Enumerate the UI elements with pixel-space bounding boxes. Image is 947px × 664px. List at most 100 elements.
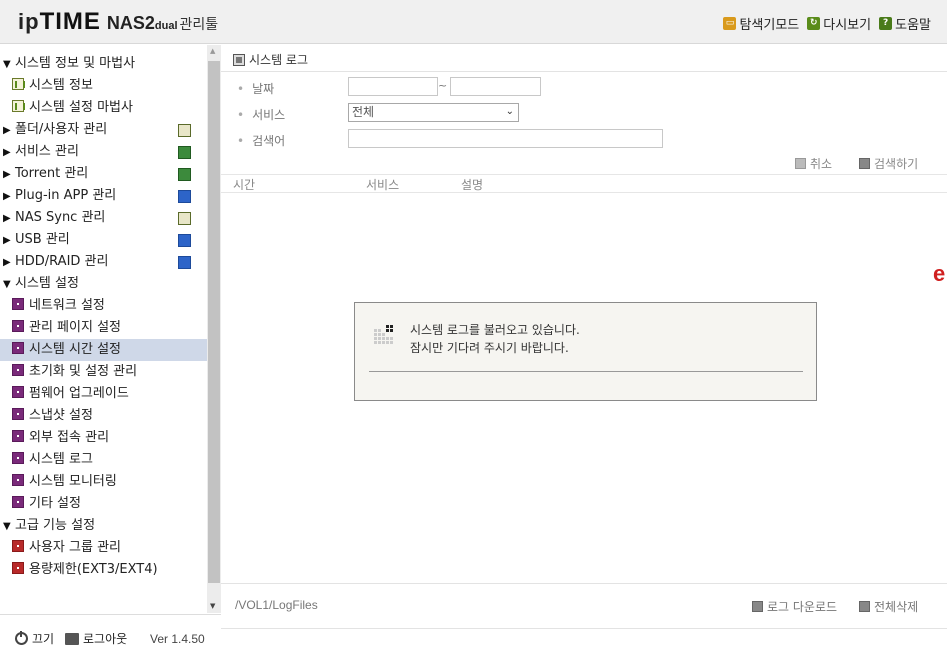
spinner-dot (374, 333, 377, 336)
sidebar-label: 시스템 정보 (29, 78, 93, 93)
sidebar-label: 서비스 관리 (15, 144, 79, 159)
column-header-service: 서비스 (366, 178, 400, 192)
logout-button[interactable]: 로그아웃 (65, 630, 127, 647)
date-label: • 날짜 (237, 80, 274, 97)
sidebar-footer: 끄기 로그아웃 Ver 1.4.50 (0, 614, 221, 664)
loading-message-line2: 잠시만 기다려 주시기 바랍니다. (410, 341, 569, 355)
spinner-dot (378, 341, 381, 344)
spinner-dot (386, 329, 389, 332)
spinner-dot (378, 333, 381, 336)
date-label-text: 날짜 (252, 82, 275, 96)
search-label: 검색하기 (874, 157, 919, 171)
sidebar-item-snapshot[interactable]: 스냅샷 설정 (0, 405, 207, 427)
help-icon: ? (879, 17, 893, 30)
settings-icon (12, 298, 24, 310)
sidebar-item-system-log[interactable]: 시스템 로그 (0, 449, 207, 471)
spinner-dot (378, 329, 381, 332)
sidebar-label: 시스템 모니터링 (29, 474, 117, 489)
spinner-dot (390, 337, 393, 340)
sidebar-group-usb[interactable]: ▶ USB 관리 (0, 229, 207, 251)
log-download-button[interactable]: 로그 다운로드 (752, 598, 837, 615)
spinner-dot (386, 337, 389, 340)
advanced-icon (12, 540, 24, 552)
loading-spinner-icon (374, 325, 394, 345)
date-from-input[interactable] (348, 77, 438, 96)
spinner-dot (374, 341, 377, 344)
sidebar-group-system-info[interactable]: ▼ 시스템 정보 및 마법사 (0, 53, 207, 75)
sidebar-label: 네트워크 설정 (29, 298, 105, 313)
sidebar-scrollbar[interactable]: ▲ ▼ (207, 45, 221, 613)
sidebar-item-user-group[interactable]: 사용자 그룹 관리 (0, 537, 207, 559)
service-select[interactable]: 전체 ⌄ (348, 103, 519, 122)
service-label: • 서비스 (237, 106, 285, 123)
sidebar-label: HDD/RAID 관리 (15, 254, 109, 269)
chart-icon (12, 78, 25, 90)
collapsed-triangle-icon: ▶ (3, 169, 11, 180)
sidebar-group-torrent[interactable]: ▶ Torrent 관리 (0, 163, 207, 185)
bullet-icon: • (237, 108, 245, 122)
spinner-dot (390, 341, 393, 344)
logo-ip: ip (18, 9, 40, 34)
delete-all-label: 전체삭제 (874, 600, 919, 614)
iptime-logo: ip TIME NAS2 dual 관리툴 (18, 8, 218, 36)
sidebar-item-system-info[interactable]: 시스템 정보 (0, 75, 207, 97)
logout-label: 로그아웃 (83, 632, 128, 646)
column-header-description: 설명 (461, 178, 484, 192)
sidebar-group-advanced[interactable]: ▼ 고급 기능 설정 (0, 515, 207, 537)
spinner-dot (382, 337, 385, 340)
collapsed-triangle-icon: ▶ (3, 147, 11, 158)
logo-dual: dual (154, 20, 178, 32)
columns-top-divider (221, 174, 947, 175)
collapsed-triangle-icon: ▶ (3, 125, 11, 136)
columns-bottom-divider (221, 192, 947, 193)
explorer-mode-link[interactable]: ▭ 탐색기모드 (723, 14, 799, 33)
settings-icon (12, 452, 24, 464)
sidebar-item-system-time[interactable]: 시스템 시간 설정 (0, 339, 207, 361)
sidebar-item-setup-wizard[interactable]: 시스템 설정 마법사 (0, 97, 207, 119)
sidebar-item-reset-config[interactable]: 초기화 및 설정 관리 (0, 361, 207, 383)
sidebar-group-system-settings[interactable]: ▼ 시스템 설정 (0, 273, 207, 295)
spinner-dot (382, 333, 385, 336)
top-header: ip TIME NAS2 dual 관리툴 ▭ 탐색기모드 ↻ 다시보기 ? 도움말 (0, 0, 947, 44)
settings-icon (12, 408, 24, 420)
settings-icon (12, 342, 24, 354)
expanded-triangle-icon: ▼ (3, 59, 11, 70)
spinner-dot (374, 337, 377, 340)
scroll-down-icon[interactable]: ▼ (210, 602, 215, 610)
date-to-input[interactable] (450, 77, 541, 96)
sidebar-item-remote-access[interactable]: 외부 접속 관리 (0, 427, 207, 449)
sidebar-group-nas-sync[interactable]: ▶ NAS Sync 관리 (0, 207, 207, 229)
scroll-up-icon[interactable]: ▲ (210, 47, 215, 55)
explorer-mode-label: 탐색기모드 (739, 18, 800, 33)
sidebar-label: 용량제한(EXT3/EXT4) (29, 562, 158, 577)
sidebar-label: 시스템 설정 (15, 276, 79, 291)
sidebar-group-folder-user[interactable]: ▶ 폴더/사용자 관리 (0, 119, 207, 141)
delete-all-button[interactable]: 전체삭제 (859, 598, 918, 615)
sidebar-item-network[interactable]: 네트워크 설정 (0, 295, 207, 317)
sidebar-label: 시스템 설정 마법사 (29, 100, 133, 115)
cancel-button[interactable]: 취소 (795, 155, 832, 172)
sidebar-group-plugin[interactable]: ▶ Plug-in APP 관리 (0, 185, 207, 207)
search-button[interactable]: 검색하기 (859, 155, 918, 172)
sidebar-item-firmware[interactable]: 펌웨어 업그레이드 (0, 383, 207, 405)
sidebar-item-quota[interactable]: 용량제한(EXT3/EXT4) (0, 559, 207, 581)
refresh-link[interactable]: ↻ 다시보기 (807, 14, 871, 33)
spinner-dot (390, 329, 393, 332)
scrollbar-thumb[interactable] (208, 61, 220, 583)
sidebar-item-admin-page[interactable]: 관리 페이지 설정 (0, 317, 207, 339)
sync-icon (178, 212, 191, 225)
sidebar-label: 스냅샷 설정 (29, 408, 93, 423)
keyword-input[interactable] (348, 129, 663, 148)
sidebar-group-service[interactable]: ▶ 서비스 관리 (0, 141, 207, 163)
loading-dialog: 시스템 로그를 불러오고 있습니다. 잠시만 기다려 주시기 바랍니다. (354, 302, 817, 401)
expanded-triangle-icon: ▼ (3, 279, 11, 290)
sidebar-group-hdd-raid[interactable]: ▶ HDD/RAID 관리 (0, 251, 207, 273)
sidebar-item-monitoring[interactable]: 시스템 모니터링 (0, 471, 207, 493)
power-off-button[interactable]: 끄기 (15, 630, 54, 647)
sidebar-label: 관리 페이지 설정 (29, 320, 121, 335)
sidebar-item-misc[interactable]: 기타 설정 (0, 493, 207, 515)
advanced-icon (12, 562, 24, 574)
help-link[interactable]: ? 도움말 (879, 14, 931, 33)
sidebar-label: 시스템 로그 (29, 452, 93, 467)
